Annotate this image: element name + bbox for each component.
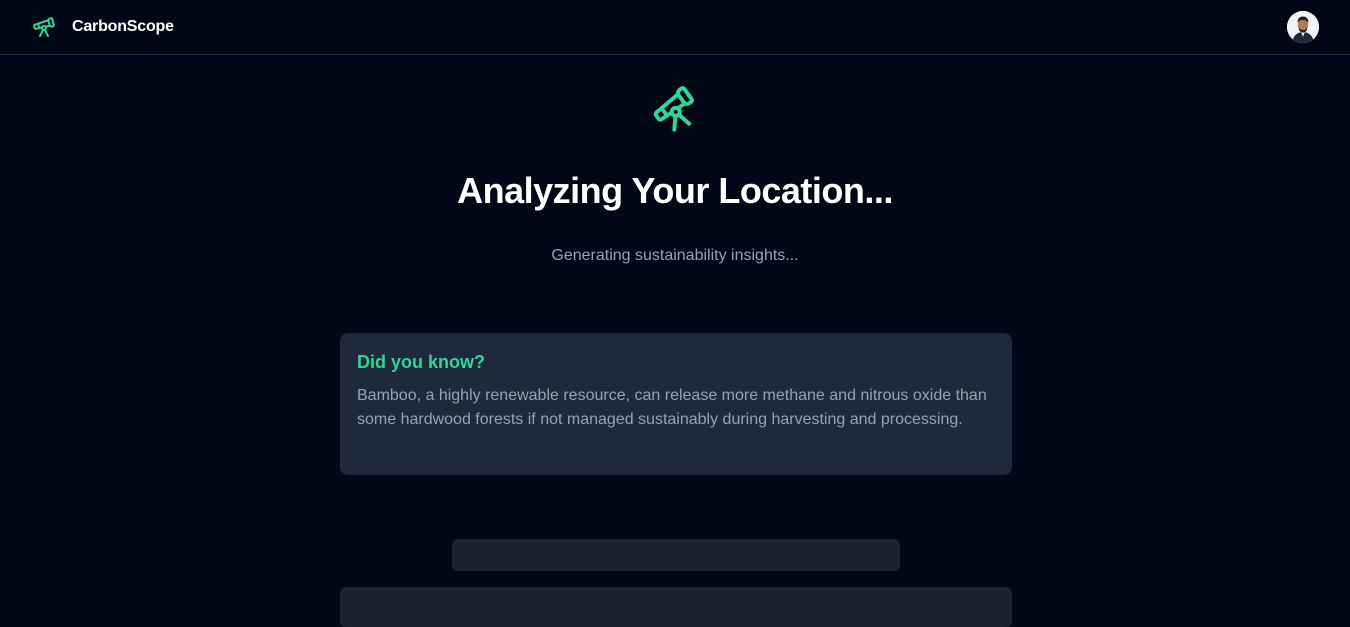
avatar-image [1287,11,1319,43]
telescope-icon [33,17,55,37]
brand-link[interactable]: CarbonScope [32,15,174,39]
loading-subtitle: Generating sustainability insights... [551,247,799,264]
loading-skeleton-block [340,587,1012,627]
page-title: Analyzing Your Location... [457,170,893,211]
fact-heading: Did you know? [357,352,485,372]
fact-text: Bamboo, a highly renewable resource, can… [357,387,987,428]
telescope-icon [653,86,694,132]
loading-skeleton-bar [452,539,900,571]
brand-name: CarbonScope [72,18,174,35]
fun-fact-card: Did you know? Bamboo, a highly renewable… [340,333,1012,475]
user-avatar[interactable] [1287,11,1319,43]
top-navbar: CarbonScope [0,0,1350,55]
